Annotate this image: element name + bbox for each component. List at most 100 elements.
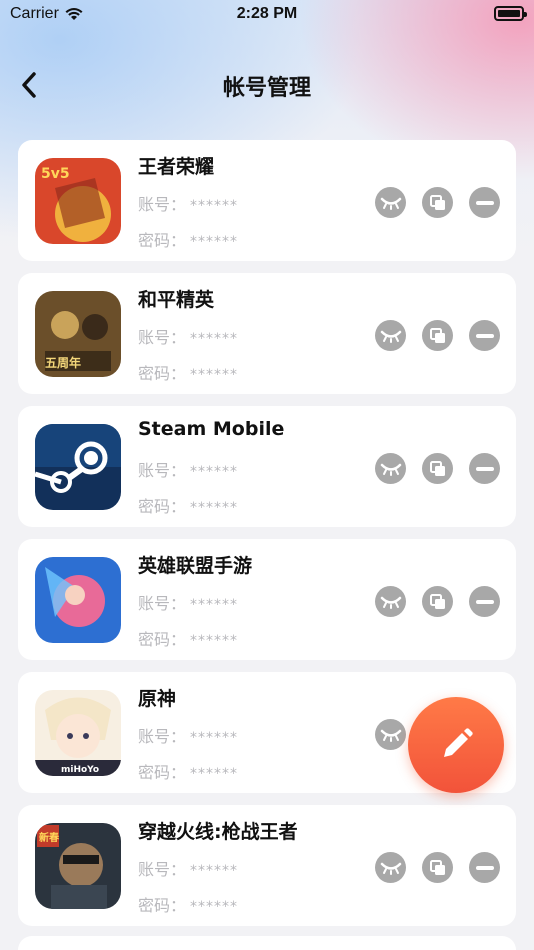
copy-icon	[429, 593, 447, 611]
password-label: 密码：	[138, 231, 187, 250]
account-label: 账号：	[138, 461, 187, 480]
account-value: ******	[190, 198, 239, 214]
password-label: 密码：	[138, 364, 187, 383]
delete-button[interactable]	[469, 453, 500, 484]
app-name: 英雄联盟手游	[138, 555, 253, 577]
account-card[interactable]: 五周年 和平精英 账号： ****** 密码： ******	[18, 273, 516, 394]
account-label: 账号：	[138, 594, 187, 613]
card-actions	[375, 852, 500, 883]
password-field: 密码： ******	[138, 892, 238, 916]
edit-fab-button[interactable]	[408, 697, 504, 793]
account-value: ******	[190, 464, 239, 480]
card-actions	[375, 187, 500, 218]
page-title: 帐号管理	[222, 76, 311, 101]
password-label: 密码：	[138, 896, 187, 915]
account-field: 账号： ******	[138, 590, 238, 614]
svg-text:5v5: 5v5	[41, 166, 70, 182]
app-icon	[35, 557, 121, 643]
copy-icon	[429, 327, 447, 345]
password-label: 密码：	[138, 630, 187, 649]
password-value: ******	[190, 633, 239, 649]
app-name: 和平精英	[138, 289, 215, 311]
svg-text:五周年: 五周年	[45, 355, 81, 370]
app-icon: miHoYo	[35, 690, 121, 776]
app-icon: 新春	[35, 823, 121, 909]
remove-icon	[475, 599, 494, 604]
copy-icon	[429, 460, 447, 478]
account-value: ******	[190, 331, 239, 347]
remove-icon	[475, 333, 494, 338]
eye-closed-icon	[380, 861, 402, 875]
account-label: 账号：	[138, 195, 187, 214]
toggle-visibility-button[interactable]	[375, 453, 406, 484]
password-field: 密码： ******	[138, 626, 238, 650]
account-card-partial	[18, 936, 516, 950]
toggle-visibility-button[interactable]	[375, 320, 406, 351]
pencil-icon	[444, 728, 473, 757]
card-actions	[375, 453, 500, 484]
eye-closed-icon	[380, 462, 402, 476]
account-list: 5v5 王者荣耀 账号： ****** 密码： ****** 五周年 和平精英 账号： *****…	[18, 140, 516, 938]
battery-icon	[494, 6, 527, 21]
password-value: ******	[190, 234, 239, 250]
copy-button[interactable]	[422, 852, 453, 883]
account-card[interactable]: 英雄联盟手游 账号： ****** 密码： ******	[18, 539, 516, 660]
app-icon	[35, 424, 121, 510]
eye-closed-icon	[380, 595, 402, 609]
account-field: 账号： ******	[138, 457, 238, 481]
account-label: 账号：	[138, 860, 187, 879]
password-field: 密码： ******	[138, 227, 238, 251]
copy-button[interactable]	[422, 586, 453, 617]
toggle-visibility-button[interactable]	[375, 187, 406, 218]
account-field: 账号： ******	[138, 324, 238, 348]
copy-icon	[429, 194, 447, 212]
eye-closed-icon	[380, 728, 402, 742]
account-field: 账号： ******	[138, 191, 238, 215]
copy-button[interactable]	[422, 187, 453, 218]
account-field: 账号： ******	[138, 856, 238, 880]
account-card[interactable]: Steam Mobile 账号： ****** 密码： ******	[18, 406, 516, 527]
app-name: 王者荣耀	[138, 156, 215, 178]
card-actions	[375, 320, 500, 351]
password-field: 密码： ******	[138, 759, 238, 783]
password-value: ******	[190, 766, 239, 782]
eye-closed-icon	[380, 329, 402, 343]
svg-text:新春: 新春	[39, 831, 59, 844]
account-label: 账号：	[138, 328, 187, 347]
status-time: 2:28 PM	[236, 5, 298, 22]
card-actions	[375, 586, 500, 617]
password-field: 密码： ******	[138, 493, 238, 517]
eye-closed-icon	[380, 196, 402, 210]
toggle-visibility-button[interactable]	[375, 852, 406, 883]
account-field: 账号： ******	[138, 723, 238, 747]
toggle-visibility-button[interactable]	[375, 586, 406, 617]
app-icon: 五周年	[35, 291, 121, 377]
copy-button[interactable]	[422, 320, 453, 351]
app-icon: 5v5	[35, 158, 121, 244]
account-label: 账号：	[138, 727, 187, 746]
delete-button[interactable]	[469, 852, 500, 883]
copy-button[interactable]	[422, 453, 453, 484]
navigation-bar: 帐号管理	[0, 60, 534, 110]
password-field: 密码： ******	[138, 360, 238, 384]
delete-button[interactable]	[469, 320, 500, 351]
remove-icon	[475, 200, 494, 205]
account-value: ******	[190, 597, 239, 613]
remove-icon	[475, 466, 494, 471]
status-bar: Carrier 2:28 PM	[0, 0, 534, 28]
delete-button[interactable]	[469, 187, 500, 218]
password-value: ******	[190, 367, 239, 383]
app-name: 穿越火线:枪战王者	[138, 821, 298, 843]
remove-icon	[475, 865, 494, 870]
delete-button[interactable]	[469, 586, 500, 617]
copy-icon	[429, 859, 447, 877]
account-value: ******	[190, 863, 239, 879]
account-card[interactable]: 新春 穿越火线:枪战王者 账号： ****** 密码： ******	[18, 805, 516, 926]
toggle-visibility-button[interactable]	[375, 719, 406, 750]
app-name: 原神	[138, 688, 177, 710]
app-name: Steam Mobile	[138, 418, 285, 440]
password-label: 密码：	[138, 763, 187, 782]
password-value: ******	[190, 500, 239, 516]
password-label: 密码：	[138, 497, 187, 516]
account-card[interactable]: 5v5 王者荣耀 账号： ****** 密码： ******	[18, 140, 516, 261]
